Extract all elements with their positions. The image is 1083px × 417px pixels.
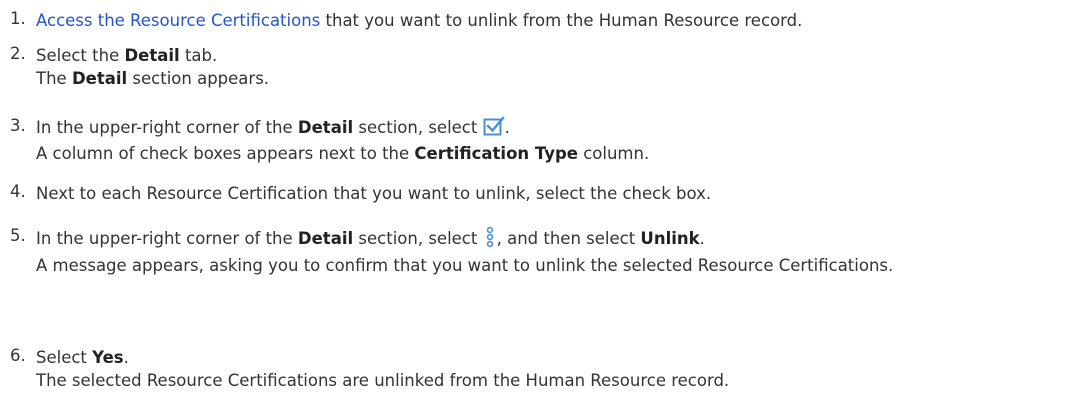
step-text: In the upper-right corner of the	[36, 229, 298, 248]
more-options-icon	[483, 226, 497, 254]
detail-section-label: Detail	[297, 229, 354, 248]
step-result-text: column.	[577, 144, 650, 163]
step-number: 6.	[10, 346, 26, 365]
step-text: .	[699, 229, 705, 248]
access-resource-certifications-link[interactable]: Access the Resource Certifications	[36, 11, 320, 30]
step-number: 5.	[10, 226, 26, 245]
unlink-label: Unlink	[640, 229, 700, 248]
step-text: In the upper-right corner of the	[36, 118, 298, 137]
yes-label: Yes	[92, 348, 124, 367]
step-text: Next to each Resource Certification that…	[36, 184, 712, 203]
step-text: .	[123, 348, 129, 367]
step-result-text: The selected Resource Certifications are…	[36, 371, 730, 390]
step-text: tab.	[179, 46, 218, 65]
step-text: section, select	[353, 229, 483, 248]
step-text: Select the	[36, 46, 125, 65]
step-text: section, select	[353, 118, 483, 137]
detail-section-label: Detail	[71, 69, 128, 88]
step-number: 2.	[10, 44, 26, 63]
step-number: 4.	[10, 182, 26, 201]
certification-type-label: Certification Type	[414, 144, 578, 163]
detail-tab-label: Detail	[124, 46, 180, 65]
step-result-text: section appears.	[127, 69, 270, 88]
step-number: 1.	[10, 9, 26, 28]
step-result-text: A column of check boxes appears next to …	[36, 144, 415, 163]
step-text: that you want to unlink from the Human R…	[320, 11, 803, 30]
step-text: , and then select	[496, 229, 641, 248]
step-result-text: A message appears, asking you to confirm…	[36, 256, 894, 275]
step-text: .	[504, 118, 510, 137]
checkbox-select-icon	[483, 116, 505, 142]
detail-section-label: Detail	[297, 118, 354, 137]
step-result-text: The	[36, 69, 72, 88]
step-number: 3.	[10, 116, 26, 135]
step-text: Select	[36, 348, 93, 367]
